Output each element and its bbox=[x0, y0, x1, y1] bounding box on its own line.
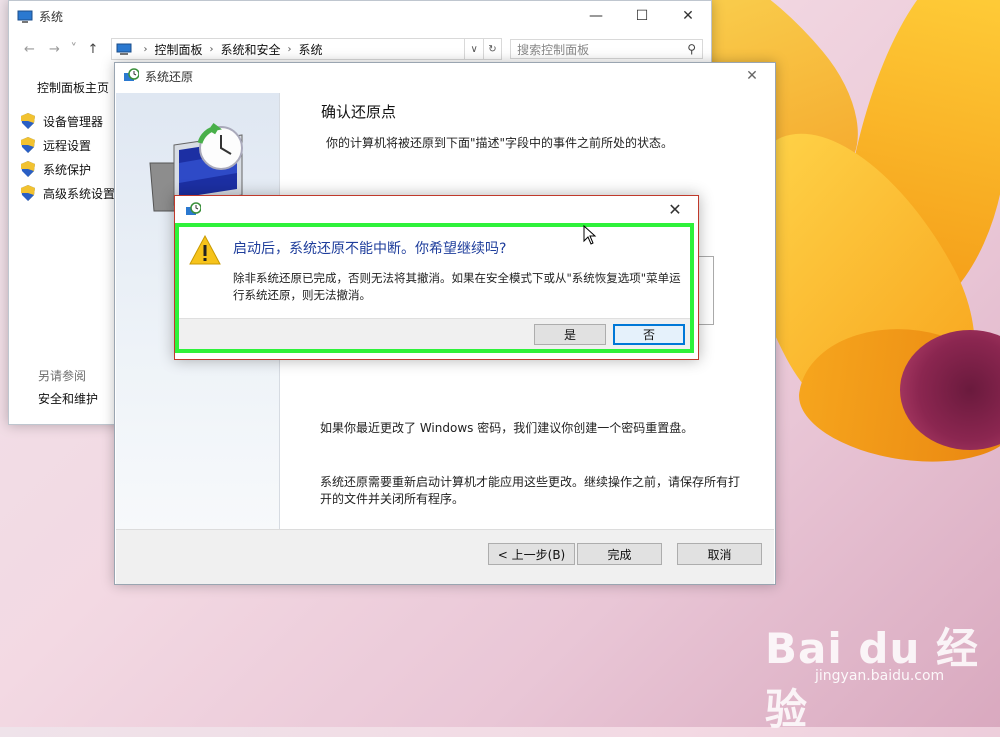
restore-description: 你的计算机将被还原到下面"描述"字段中的事件之前所处的状态。 bbox=[326, 136, 674, 150]
dialog-titlebar: ✕ bbox=[175, 196, 698, 224]
uac-shield-icon bbox=[21, 185, 35, 201]
refresh-icon: ↻ bbox=[488, 43, 497, 55]
nav-item-label: 高级系统设置 bbox=[43, 186, 116, 201]
uac-shield-icon bbox=[21, 161, 35, 177]
uac-shield-icon bbox=[21, 113, 35, 129]
see-also-label: 另请参阅 bbox=[38, 369, 87, 383]
close-button[interactable]: ✕ bbox=[652, 196, 698, 223]
breadcrumb-item[interactable]: 系统和安全 bbox=[220, 41, 280, 58]
security-maintenance-link[interactable]: 安全和维护 bbox=[38, 390, 98, 407]
address-bar[interactable]: › 控制面板 › 系统和安全 › 系统 bbox=[111, 38, 466, 60]
system-window-title: 系统 bbox=[39, 10, 64, 24]
breadcrumb-item[interactable]: 系统 bbox=[299, 41, 323, 58]
computer-icon bbox=[17, 10, 33, 23]
breadcrumb-item[interactable]: 控制面板 bbox=[154, 41, 202, 58]
nav-item-label: 设备管理器 bbox=[43, 114, 104, 129]
nav-item-label: 系统保护 bbox=[43, 162, 92, 177]
restart-note: 系统还原需要重新启动计算机才能应用这些更改。继续操作之前，请保存所有打开的文件并… bbox=[320, 475, 741, 506]
mouse-cursor-icon bbox=[583, 225, 597, 245]
system-titlebar: 系统 — ☐ ✕ bbox=[9, 1, 711, 32]
recent-locations-icon[interactable]: ˅ bbox=[67, 42, 80, 57]
page-title: 确认还原点 bbox=[321, 103, 397, 121]
search-placeholder: 搜索控制面板 bbox=[517, 42, 590, 57]
back-arrow-icon[interactable]: ← bbox=[17, 42, 42, 57]
restore-window-title: 系统还原 bbox=[145, 69, 194, 84]
forward-arrow-icon[interactable]: → bbox=[42, 42, 67, 57]
finish-button[interactable]: 完成 bbox=[577, 543, 662, 565]
computer-icon bbox=[116, 43, 132, 55]
close-button[interactable]: ✕ bbox=[665, 1, 711, 31]
nav-item-label: 远程设置 bbox=[43, 138, 92, 153]
system-restore-icon bbox=[186, 202, 201, 215]
search-icon: ⚲ bbox=[687, 42, 696, 56]
address-dropdown-button[interactable]: ∨ bbox=[465, 38, 484, 60]
up-arrow-icon[interactable]: ↑ bbox=[80, 42, 105, 57]
restore-titlebar: 系统还原 ✕ bbox=[115, 63, 775, 89]
highlight-frame bbox=[175, 223, 694, 353]
system-restore-icon bbox=[124, 68, 139, 81]
cancel-button[interactable]: 取消 bbox=[677, 543, 762, 565]
breadcrumb-separator-icon: › bbox=[287, 43, 292, 55]
address-row: ← → ˅ ↑ › 控制面板 › 系统和安全 › 系统 ∨ ↻ 搜索控制面板 ⚲ bbox=[17, 38, 703, 60]
password-note: 如果你最近更改了 Windows 密码，我们建议你创建一个密码重置盘。 bbox=[320, 421, 694, 435]
watermark-url: jingyan.baidu.com bbox=[815, 668, 945, 684]
close-button[interactable]: ✕ bbox=[729, 63, 775, 89]
minimize-button[interactable]: — bbox=[573, 1, 619, 31]
baidu-watermark: Bai du 经验 jingyan.baidu.com bbox=[765, 615, 1000, 737]
back-button[interactable]: < 上一步(B) bbox=[488, 543, 575, 565]
search-input[interactable]: 搜索控制面板 ⚲ bbox=[510, 39, 703, 59]
chevron-down-icon: ∨ bbox=[470, 43, 478, 55]
refresh-button[interactable]: ↻ bbox=[483, 38, 503, 60]
confirm-dialog: ✕ 启动后，系统还原不能中断。你希望继续吗? 除非系统还原已完成，否则无法将其撤… bbox=[174, 195, 699, 360]
breadcrumb-separator-icon: › bbox=[209, 43, 214, 55]
maximize-button[interactable]: ☐ bbox=[619, 1, 665, 31]
uac-shield-icon bbox=[21, 137, 35, 153]
wizard-footer: < 上一步(B) 完成 取消 bbox=[116, 529, 774, 584]
breadcrumb-separator-icon: › bbox=[143, 43, 148, 55]
